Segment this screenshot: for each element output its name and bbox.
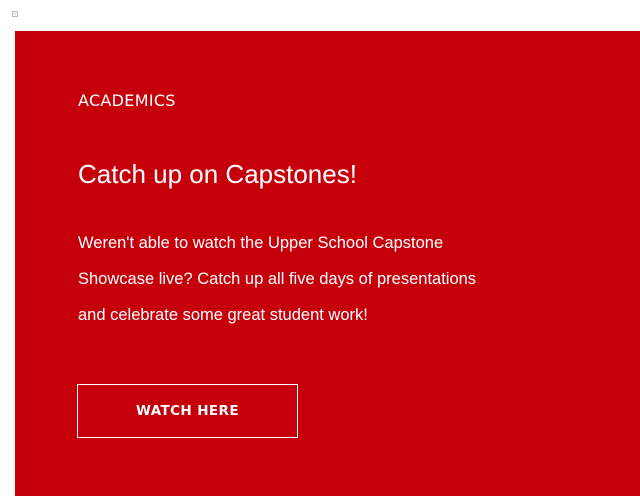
card-description: Weren't able to watch the Upper School C… — [78, 225, 598, 333]
watch-here-button[interactable]: WATCH HERE — [77, 384, 298, 438]
category-label: ACADEMICS — [78, 91, 176, 110]
broken-image-icon — [12, 11, 18, 17]
academics-promo-card: ACADEMICS Catch up on Capstones! Weren't… — [15, 31, 640, 496]
description-line: and celebrate some great student work! — [78, 306, 368, 324]
description-line: Showcase live? Catch up all five days of… — [78, 270, 477, 288]
description-line: Weren't able to watch the Upper School C… — [78, 234, 444, 252]
card-headline: Catch up on Capstones! — [78, 159, 357, 189]
